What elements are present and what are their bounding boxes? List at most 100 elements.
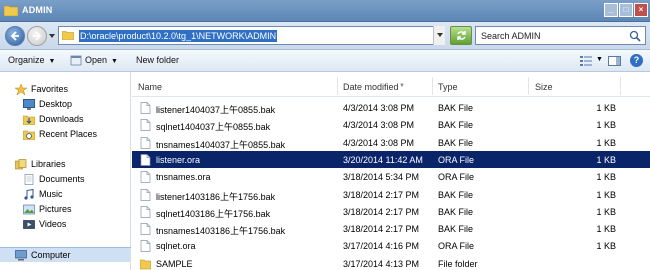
file-name: tnsnames1403186上午1756.bak	[156, 226, 286, 237]
file-name: listener1403186上午1756.bak	[156, 191, 276, 202]
nav-label: Videos	[39, 219, 67, 229]
file-icon	[140, 240, 151, 253]
file-icon	[140, 102, 151, 114]
file-size: 1 KB	[596, 224, 616, 235]
nav-computer[interactable]: Computer	[0, 247, 131, 262]
downloads-icon	[23, 115, 35, 125]
nav-label: Pictures	[39, 204, 72, 214]
caret-down-icon[interactable]: ▼	[596, 56, 603, 63]
file-row[interactable]: tnsnames.ora 3/18/2014 5:34 PM ORA File 1 K…	[132, 168, 650, 185]
file-date-modified: 3/18/2014 5:34 PM	[343, 172, 420, 183]
nav-libraries[interactable]: Libraries	[0, 157, 131, 172]
navigation-pane: Favorites Desktop Downloads Recent Place…	[0, 72, 131, 270]
nav-documents[interactable]: Documents	[0, 172, 131, 187]
refresh-button[interactable]	[450, 26, 472, 45]
address-bar-row: D:\oracle\product\10.2.0\tg_1\NETWORK\AD…	[0, 22, 650, 50]
folder-icon	[62, 31, 74, 40]
file-name: listener.ora	[156, 154, 201, 165]
nav-label: Desktop	[39, 99, 73, 109]
file-type: BAK File	[438, 224, 474, 235]
file-size: 1 KB	[596, 241, 616, 252]
forward-button[interactable]	[27, 26, 47, 46]
column-header-date[interactable]: Date modified	[343, 82, 399, 92]
file-row[interactable]: SAMPLE 3/17/2014 4:13 PM File folder	[132, 255, 650, 270]
nav-favorites[interactable]: Favorites	[0, 82, 131, 97]
organize-button[interactable]: Organize ▼	[8, 55, 55, 65]
file-row[interactable]: listener1404037上午0855.bak 4/3/2014 3:08 P…	[132, 99, 650, 116]
file-type: ORA File	[438, 241, 475, 252]
open-button[interactable]: Open ▼	[85, 55, 118, 65]
minimize-button[interactable]: _	[604, 3, 618, 17]
nav-downloads[interactable]: Downloads	[0, 112, 131, 127]
file-icon	[140, 119, 151, 132]
file-name: tnsnames.ora	[156, 172, 211, 183]
file-icon	[140, 136, 151, 149]
column-header-row: Name Date modified ▼ Type Size	[132, 75, 650, 97]
nav-pictures[interactable]: Pictures	[0, 202, 131, 217]
computer-icon	[15, 250, 27, 261]
file-row[interactable]: sqlnet.ora 3/17/2014 4:16 PM ORA File 1 KB	[132, 237, 650, 254]
column-divider[interactable]	[337, 77, 338, 95]
file-size: 1 KB	[596, 120, 616, 131]
file-name: sqlnet1403186上午1756.bak	[156, 208, 271, 219]
search-input[interactable]: Search ADMIN	[475, 26, 646, 45]
file-icon	[140, 188, 151, 201]
column-divider[interactable]	[528, 77, 529, 95]
file-name: tnsnames1404037上午0855.bak	[156, 139, 286, 150]
file-row[interactable]: tnsnames1403186上午1756.bak 3/18/2014 2:17 …	[132, 220, 650, 237]
libraries-icon	[15, 159, 27, 170]
file-date-modified: 4/3/2014 3:08 PM	[343, 120, 415, 131]
column-header-type[interactable]: Type	[438, 82, 458, 92]
caret-down-icon: ▼	[111, 58, 118, 65]
maximize-button[interactable]: □	[619, 3, 633, 17]
file-row[interactable]: sqlnet1403186上午1756.bak 3/18/2014 2:17 PM…	[132, 203, 650, 220]
file-icon	[140, 171, 151, 184]
file-row[interactable]: sqlnet1404037上午0855.bak 4/3/2014 3:08 PM B…	[132, 116, 650, 133]
folder-icon	[140, 259, 151, 269]
column-divider[interactable]	[432, 77, 433, 95]
help-icon[interactable]: ?	[630, 54, 643, 67]
file-row[interactable]: listener.ora 3/20/2014 11:42 AM ORA File 1 …	[132, 150, 650, 168]
search-placeholder: Search ADMIN	[481, 31, 541, 41]
documents-icon	[24, 174, 34, 185]
close-button[interactable]: ×	[634, 3, 648, 17]
file-size: 1 KB	[596, 103, 616, 113]
recent-places-icon	[23, 130, 35, 140]
column-header-size[interactable]: Size	[535, 82, 553, 92]
new-folder-button[interactable]: New folder	[136, 55, 179, 65]
nav-videos[interactable]: Videos	[0, 217, 131, 232]
search-icon[interactable]	[629, 30, 641, 42]
file-type: BAK File	[438, 189, 474, 200]
nav-music[interactable]: Music	[0, 187, 131, 202]
file-type: File folder	[438, 258, 478, 269]
column-header-name[interactable]: Name	[138, 82, 162, 92]
file-date-modified: 3/18/2014 2:17 PM	[343, 189, 420, 200]
file-row[interactable]: tnsnames1404037上午0855.bak 4/3/2014 3:08 P…	[132, 134, 650, 151]
videos-icon	[23, 220, 35, 229]
desktop-icon	[23, 99, 35, 110]
nav-recent-places[interactable]: Recent Places	[0, 127, 131, 142]
view-options-icon[interactable]	[580, 56, 592, 66]
music-icon	[24, 189, 34, 200]
pictures-icon	[23, 204, 35, 215]
window-title: ADMIN	[22, 5, 53, 15]
nav-label: Music	[39, 189, 63, 199]
preview-pane-icon[interactable]	[608, 56, 621, 66]
arrow-right-icon	[33, 31, 42, 41]
column-divider[interactable]	[620, 77, 621, 95]
file-name: SAMPLE	[156, 258, 193, 269]
file-date-modified: 3/17/2014 4:13 PM	[343, 258, 420, 269]
back-button[interactable]	[5, 26, 25, 46]
history-dropdown-icon[interactable]	[49, 33, 55, 39]
address-dropdown-button[interactable]	[433, 26, 445, 45]
star-icon	[15, 84, 27, 95]
nav-desktop[interactable]: Desktop	[0, 97, 131, 112]
nav-label: Favorites	[31, 84, 69, 94]
address-field[interactable]: D:\oracle\product\10.2.0\tg_1\NETWORK\AD…	[58, 26, 445, 45]
file-row[interactable]: listener1403186上午1756.bak 3/18/2014 2:17 …	[132, 186, 650, 203]
sort-caret-icon: ▼	[399, 83, 405, 89]
address-path[interactable]: D:\oracle\product\10.2.0\tg_1\NETWORK\AD…	[79, 30, 278, 42]
folder-icon	[4, 5, 18, 16]
file-date-modified: 4/3/2014 3:08 PM	[343, 137, 415, 148]
open-label: Open	[85, 55, 108, 65]
